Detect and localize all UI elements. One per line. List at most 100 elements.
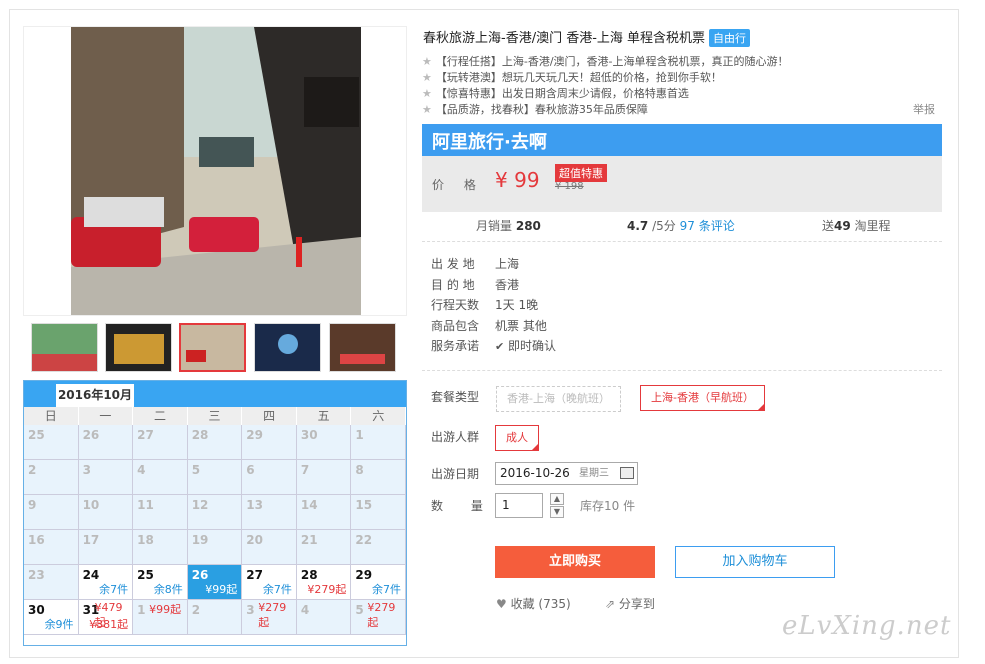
day-price: ¥279起 [367, 601, 396, 629]
calendar-day: 16 [24, 530, 79, 565]
info-value: 上海 [495, 257, 520, 271]
calendar-day: 23 [24, 565, 79, 600]
calendar-day[interactable]: 28 ¥279起 [296, 565, 352, 600]
favorite-link[interactable]: ♥ 收藏 (735) [496, 595, 571, 612]
day-number: 1 [137, 603, 146, 617]
calendar-day: 4 [133, 460, 188, 495]
calendar-day[interactable]: 29 余7件 [351, 565, 406, 600]
feature-item: ★ 【行程任搭】上海-香港/澳门，香港-上海单程含税机票，真正的随心游！ [422, 53, 942, 69]
calendar-day[interactable]: 25 余8件 [133, 565, 188, 600]
thumbnail-4[interactable] [254, 323, 321, 372]
main-product-image [23, 26, 407, 316]
calendar-icon[interactable] [620, 467, 634, 479]
calendar-day: 3 [78, 460, 134, 495]
calendar-day[interactable]: 31 ¥381起 ¥479起 [78, 600, 134, 635]
calendar-day: 28 [187, 425, 243, 460]
reviews-link[interactable]: 97 条评论 [680, 219, 735, 233]
thumbnail-5[interactable] [329, 323, 396, 372]
day-number: 19 [191, 533, 209, 547]
thumbnail-2[interactable] [105, 323, 172, 372]
original-price: ¥ 198 [555, 181, 584, 192]
feature-text: 【玩转港澳】想玩几天玩几天！超低的价格，抢到你手软！ [435, 71, 722, 84]
day-status: 余8件 [153, 583, 183, 596]
day-number: 1 [355, 428, 364, 442]
calendar-day[interactable]: 30 余9件 [24, 600, 79, 635]
day-number: 30 [300, 428, 318, 442]
star-icon: ★ [422, 54, 432, 68]
day-number: 3 [246, 603, 255, 617]
info-key: 商品包含 [431, 319, 480, 333]
miles-reward: 送49 淘里程 [822, 217, 891, 234]
calendar-day: 22 [351, 530, 406, 565]
calendar-day: 6 [242, 460, 297, 495]
sales-label: 月销量 [476, 219, 513, 233]
info-key: 目 的 地 [431, 278, 475, 292]
street-photo [71, 27, 361, 315]
calendar-day: 1 ¥99起 [133, 600, 188, 635]
watermark: eLvXing.net [782, 611, 952, 641]
price-box: 价 格 ¥ 99 超值特惠 ¥ 198 [422, 156, 942, 212]
info-value: 香港 [495, 278, 520, 292]
day-number: 12 [191, 498, 209, 512]
date-weekday: 星期三 [579, 468, 609, 479]
calendar-day: 30 [296, 425, 352, 460]
quantity-input[interactable]: 1 [495, 493, 543, 518]
travel-date-input[interactable]: 2016-10-26 星期三 [495, 462, 638, 485]
calendar-day: 13 [242, 495, 297, 530]
info-row: 商品包含 机票 其他 [431, 317, 547, 334]
day-status: ¥279起 [307, 583, 347, 596]
calendar-day: 5 [187, 460, 243, 495]
day-number: 2 [28, 463, 37, 477]
favorite-text: 收藏 (735) [510, 597, 571, 611]
calendar-month-tab[interactable]: 2016年10月 [56, 384, 134, 407]
day-status: 余9件 [44, 618, 74, 631]
calendar-day: 11 [133, 495, 188, 530]
info-row: 目 的 地 香港 [431, 276, 519, 293]
check-circle-icon: ✔ [495, 340, 505, 353]
buy-now-button[interactable]: 立即购买 [495, 546, 655, 578]
day-number: 24 [82, 568, 100, 582]
info-row: 行程天数 1天 1晚 [431, 296, 538, 313]
day-status: 余7件 [262, 583, 292, 596]
miles-suffix: 淘里程 [854, 219, 891, 233]
day-number: 28 [191, 428, 209, 442]
report-link[interactable]: 举报 [913, 101, 935, 117]
weekday-label: 六 [351, 407, 407, 425]
share-link[interactable]: ⇗ 分享到 [605, 595, 655, 612]
deal-badge: 超值特惠 [555, 164, 607, 182]
calendar-day: 25 [24, 425, 79, 460]
qty-down-icon[interactable]: ▼ [550, 506, 564, 518]
calendar-day[interactable]: 27 余7件 [242, 565, 297, 600]
calendar-day-selected[interactable]: 26 ¥99起 [187, 565, 243, 600]
crowd-option-adult[interactable]: 成人 [495, 425, 539, 451]
star-icon: ★ [422, 70, 432, 84]
qty-label: 数 量 [431, 499, 495, 513]
date-label: 出游日期 [431, 467, 480, 481]
star-icon: ★ [422, 86, 432, 100]
thumbnail-3-selected[interactable] [179, 323, 246, 372]
day-number: 7 [300, 463, 310, 477]
add-to-cart-button[interactable]: 加入购物车 [675, 546, 835, 578]
qty-up-icon[interactable]: ▲ [550, 493, 564, 505]
day-price: ¥479起 [94, 601, 123, 629]
weekday-label: 一 [79, 407, 134, 425]
miles-prefix: 送 [822, 219, 835, 233]
calendar-day: 4 [296, 600, 352, 635]
rating-max: /5分 [652, 219, 676, 233]
calendar-day: 14 [296, 495, 352, 530]
thumbnail-strip [23, 319, 407, 376]
calendar-day: 17 [78, 530, 134, 565]
stats-row: 月销量 280 4.7 /5分 97 条评论 送49 淘里程 [422, 214, 942, 242]
calendar-day: 2 [187, 600, 243, 635]
package-option-evening[interactable]: 香港-上海（晚航班） [496, 386, 621, 412]
day-number: 29 [246, 428, 263, 442]
day-number: 13 [246, 498, 263, 512]
calendar-weekdays: 日 一 二 三 四 五 六 [24, 407, 407, 425]
day-number: 28 [300, 568, 318, 582]
info-value: 即时确认 [508, 339, 557, 353]
package-option-morning[interactable]: 上海-香港（早航班） [640, 385, 765, 411]
weekday-label: 三 [188, 407, 243, 425]
thumbnail-1[interactable] [31, 323, 98, 372]
calendar-day[interactable]: 24 余7件 [78, 565, 134, 600]
feature-text: 【行程任搭】上海-香港/澳门，香港-上海单程含税机票，真正的随心游！ [435, 55, 789, 68]
